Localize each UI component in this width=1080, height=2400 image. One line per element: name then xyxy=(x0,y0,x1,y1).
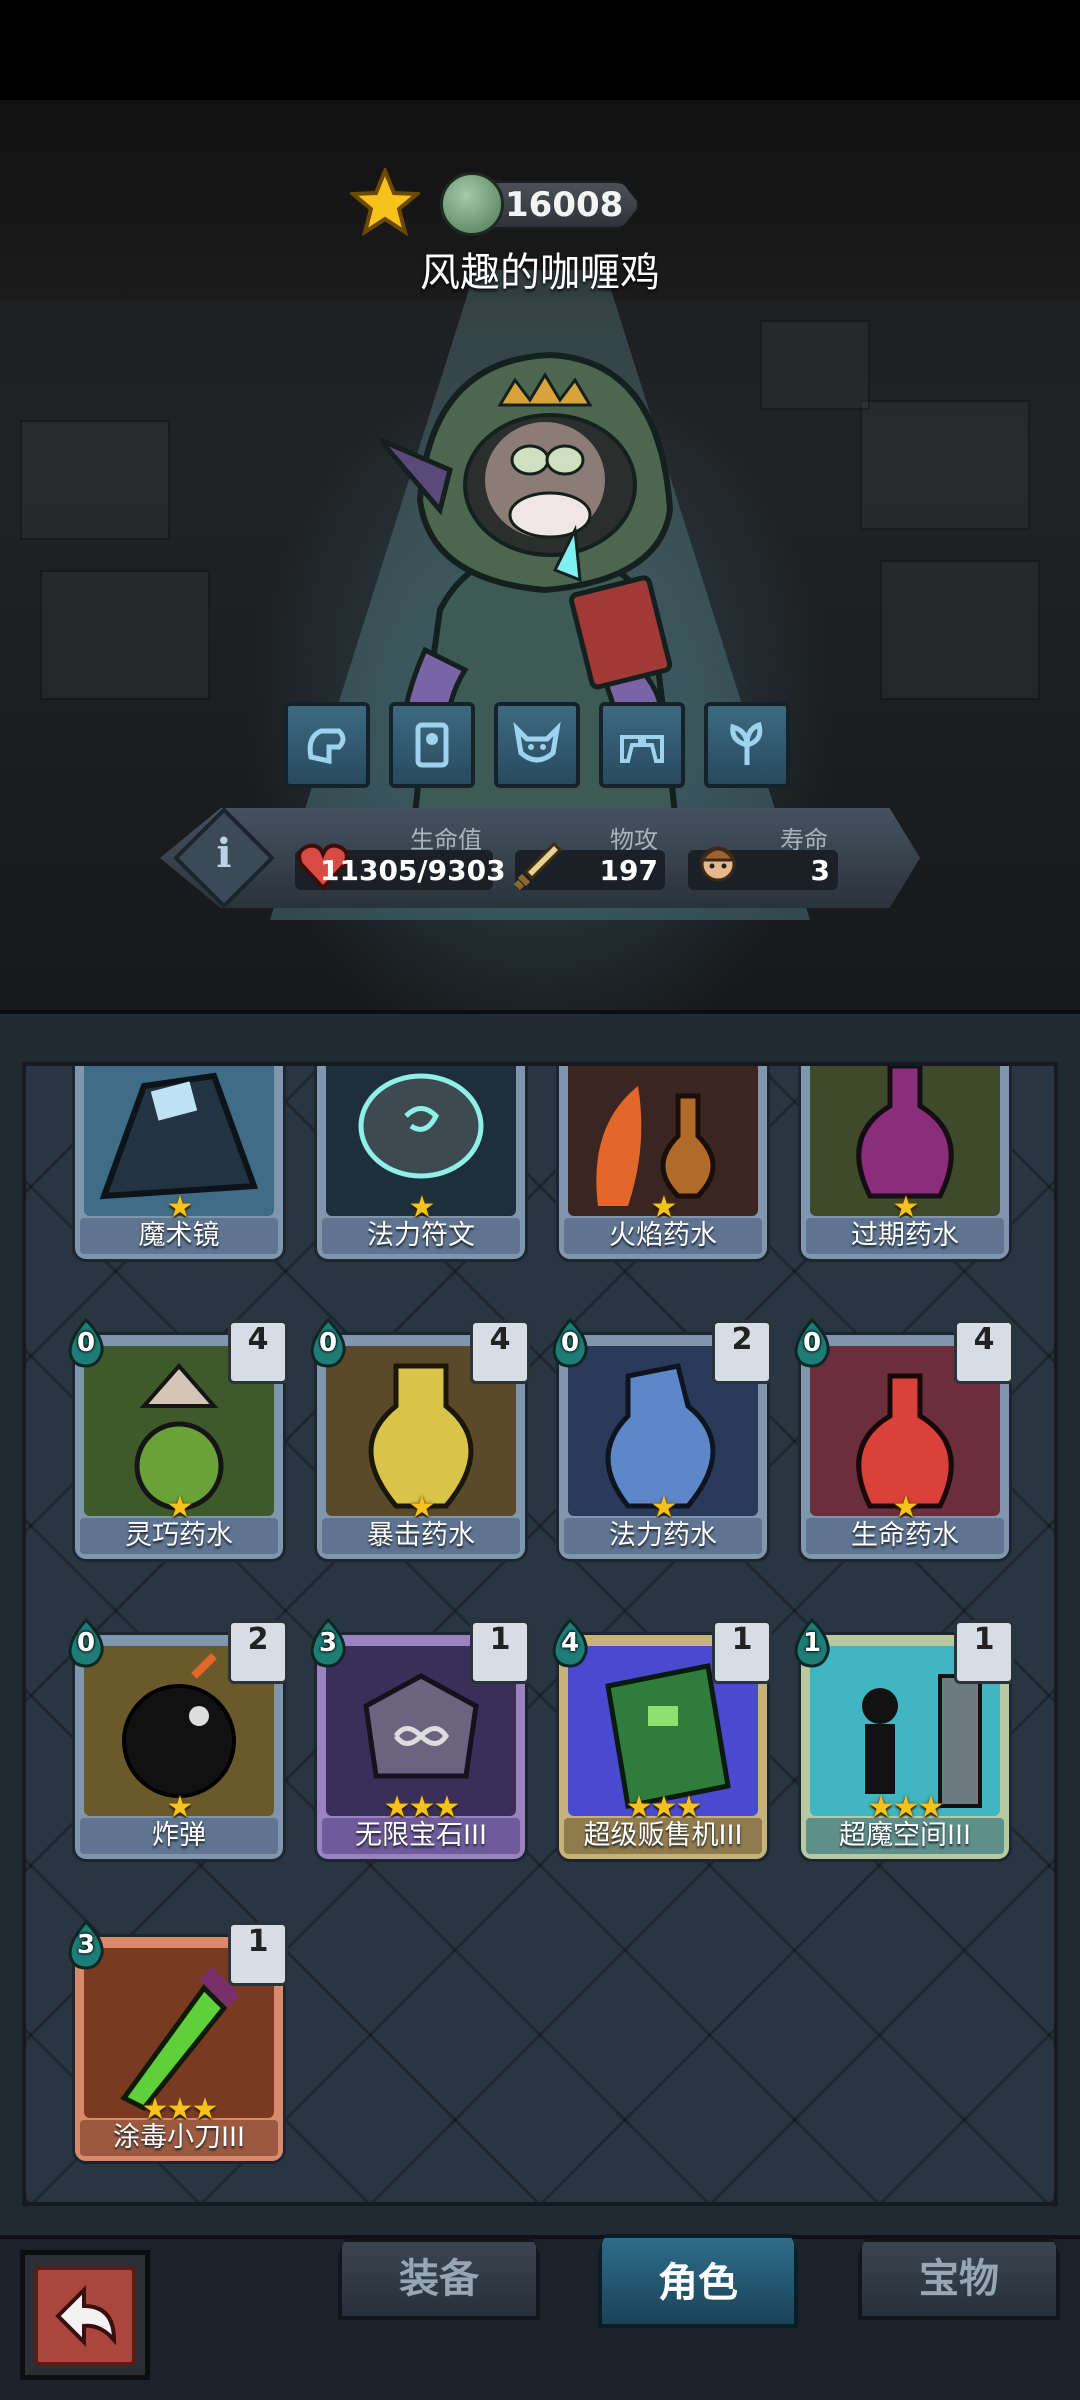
guns-rune-icon xyxy=(620,735,664,763)
fist-coin-icon xyxy=(440,172,504,236)
stats-bar: i 生命值 11305/9303 物攻 197 寿命 3 xyxy=(160,807,920,909)
info-icon: i xyxy=(216,830,232,877)
item-card[interactable]: ★ 法力药水 0 2 xyxy=(552,1318,772,1562)
beast-rune-icon xyxy=(513,721,561,763)
skill-slot-5[interactable] xyxy=(704,702,790,788)
sword-icon xyxy=(513,841,563,891)
item-card[interactable]: ★★★ 超级贩售机III 4 1 xyxy=(552,1618,772,1862)
card-name: 灵巧药水 xyxy=(80,1518,278,1554)
return-arrow-icon xyxy=(55,2285,117,2347)
tab-equip[interactable]: 装备 xyxy=(338,2238,540,2320)
game-screen: 16008 风趣的咖喱鸡 i 生命值 11305/9303 物攻 197 寿命 … xyxy=(0,0,1080,2400)
item-card[interactable]: ★ 魔术镜 xyxy=(72,1066,286,1262)
card-name: 无限宝石III xyxy=(322,1818,520,1854)
fist-rune-icon xyxy=(307,728,346,765)
cost-value: 3 xyxy=(318,1628,338,1658)
card-name: 过期药水 xyxy=(806,1218,1004,1254)
item-card[interactable]: ★ 炸弹 0 2 xyxy=(68,1618,288,1862)
tab-treasure[interactable]: 宝物 xyxy=(858,2238,1060,2320)
card-name: 法力符文 xyxy=(322,1218,520,1254)
inventory-grid[interactable]: ★ 魔术镜 ★ 法力符文 ★ 火焰药水 ★ 过期药水 ★ 灵巧药水 0 4 ★ … xyxy=(22,1062,1058,2206)
tab-role[interactable]: 角色 xyxy=(598,2234,798,2328)
item-card[interactable]: ★ 暴击药水 0 4 xyxy=(310,1318,530,1562)
card-name: 魔术镜 xyxy=(80,1218,278,1254)
count-value: 1 xyxy=(247,1924,269,1959)
count-value: 4 xyxy=(973,1322,995,1357)
skill-slot-3[interactable] xyxy=(494,702,580,788)
cost-value: 0 xyxy=(76,1628,96,1658)
card-name: 超级贩售机III xyxy=(564,1818,762,1854)
flower-rune-icon xyxy=(730,721,763,765)
item-card[interactable]: ★ 火焰药水 xyxy=(556,1066,770,1262)
armor-rune-icon xyxy=(415,722,449,768)
count-value: 1 xyxy=(973,1622,995,1657)
skill-slot-1[interactable] xyxy=(284,702,370,788)
card-name: 法力药水 xyxy=(564,1518,762,1554)
count-value: 4 xyxy=(489,1322,511,1357)
life-character-icon xyxy=(699,846,737,882)
wall-brick xyxy=(860,400,1030,530)
star-rank-icon xyxy=(350,168,420,237)
card-name: 涂毒小刀III xyxy=(80,2120,278,2156)
cost-value: 0 xyxy=(76,1328,96,1358)
cost-value: 0 xyxy=(802,1328,822,1358)
hero-name: 风趣的咖喱鸡 xyxy=(420,250,660,296)
status-bar-area xyxy=(0,0,1080,100)
skill-slot-2[interactable] xyxy=(389,702,475,788)
count-value: 4 xyxy=(247,1322,269,1357)
card-name: 炸弹 xyxy=(80,1818,278,1854)
wall-brick xyxy=(880,560,1040,700)
count-value: 2 xyxy=(731,1322,753,1357)
count-value: 2 xyxy=(247,1622,269,1657)
item-card[interactable]: ★★★ 涂毒小刀III 3 1 xyxy=(68,1920,288,2164)
cost-value: 1 xyxy=(802,1628,822,1658)
wall-brick xyxy=(40,570,210,700)
score-value: 16008 xyxy=(505,185,624,225)
card-name: 火焰药水 xyxy=(564,1218,762,1254)
item-card[interactable]: ★ 生命药水 0 4 xyxy=(794,1318,1014,1562)
item-card[interactable]: ★★★ 超魔空间III 1 1 xyxy=(794,1618,1014,1862)
card-name: 暴击药水 xyxy=(322,1518,520,1554)
skill-icons-row xyxy=(284,702,804,792)
item-card[interactable]: ★ 法力符文 xyxy=(314,1066,528,1262)
life-value: 3 xyxy=(810,854,830,887)
count-value: 1 xyxy=(489,1622,511,1657)
cost-value: 0 xyxy=(318,1328,338,1358)
card-name: 生命药水 xyxy=(806,1518,1004,1554)
cost-value: 0 xyxy=(560,1328,580,1358)
atk-value: 197 xyxy=(599,854,658,887)
item-card[interactable]: ★★★ 无限宝石III 3 1 xyxy=(310,1618,530,1862)
hp-value: 11305/9303 xyxy=(320,854,506,887)
cost-value: 3 xyxy=(76,1930,96,1960)
back-button-face[interactable] xyxy=(34,2266,136,2366)
item-card[interactable]: ★ 灵巧药水 0 4 xyxy=(68,1318,288,1562)
card-name: 超魔空间III xyxy=(806,1818,1004,1854)
count-value: 1 xyxy=(731,1622,753,1657)
skill-slot-4[interactable] xyxy=(599,702,685,788)
cost-value: 4 xyxy=(560,1628,580,1658)
wall-brick xyxy=(760,320,870,410)
wall-brick xyxy=(20,420,170,540)
item-card[interactable]: ★ 过期药水 xyxy=(798,1066,1012,1262)
